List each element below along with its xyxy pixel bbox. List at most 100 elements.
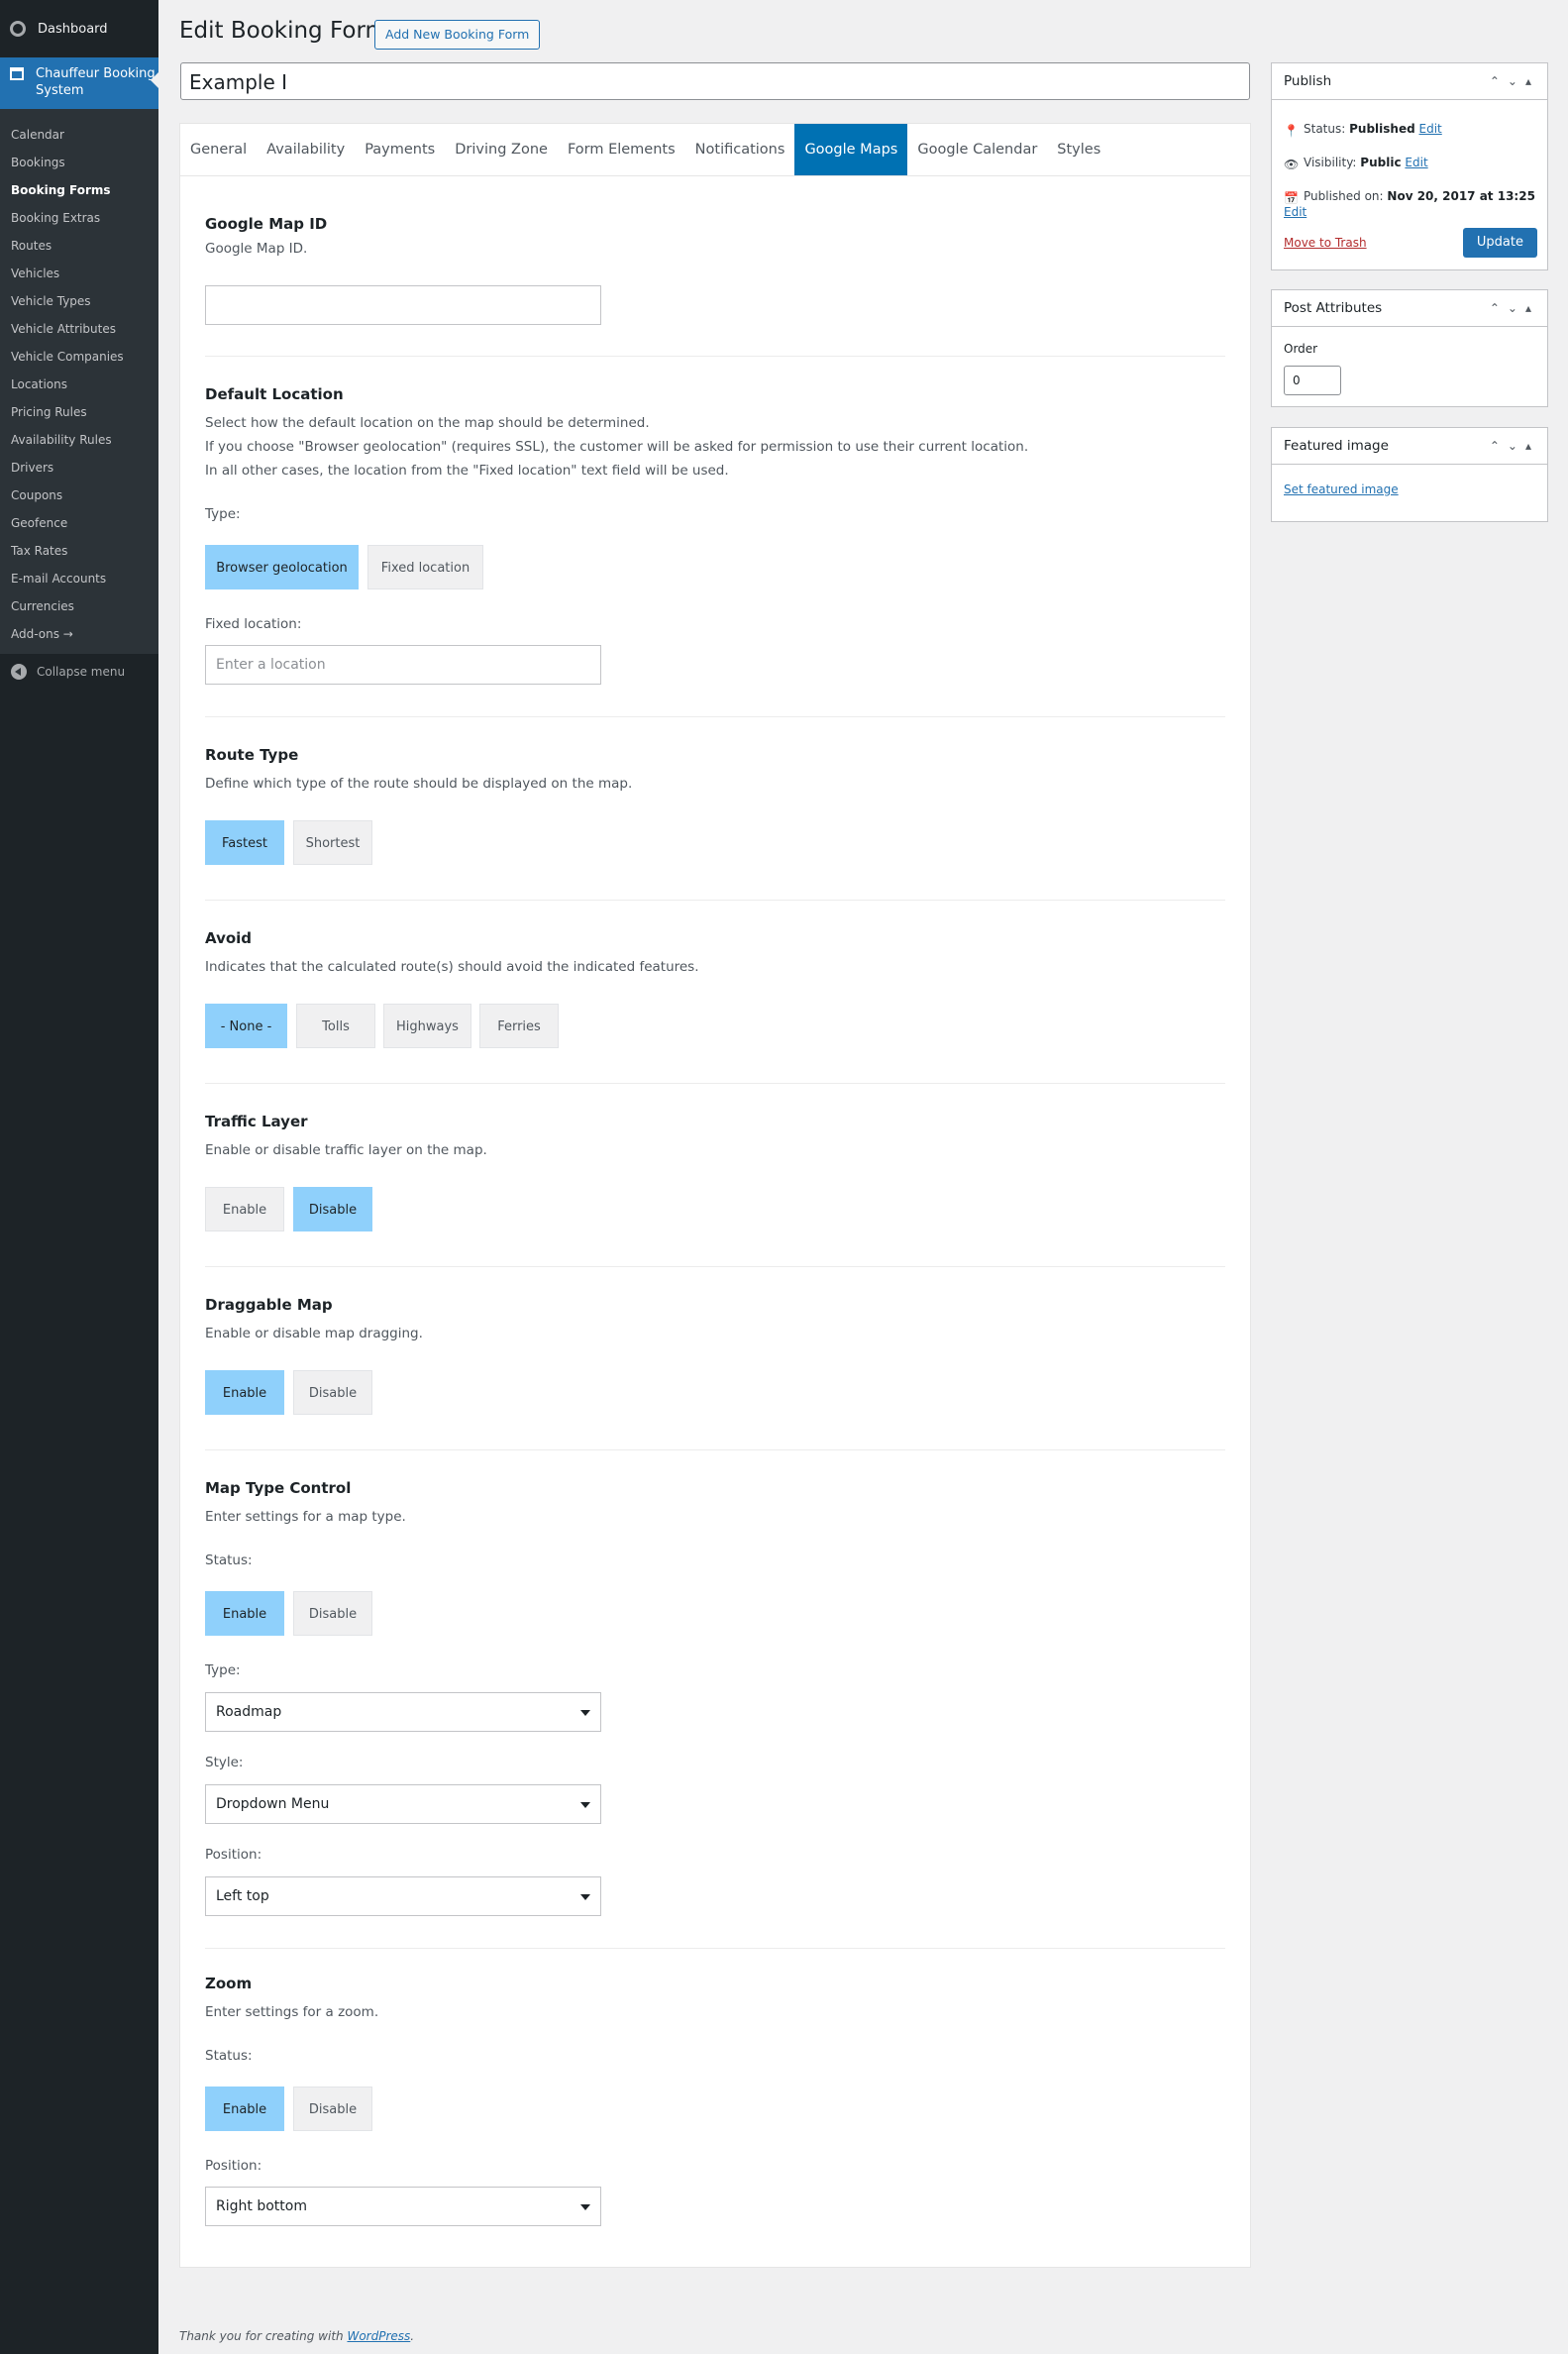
avoid-none-button[interactable]: - None - xyxy=(205,1004,287,1048)
avoid-ferries-button[interactable]: Ferries xyxy=(479,1004,559,1048)
pin-icon: 📍 xyxy=(1284,124,1299,138)
status-label: Status: xyxy=(205,1552,253,1568)
tab-google-calendar[interactable]: Google Calendar xyxy=(907,124,1047,175)
footer-text: Thank you for creating with xyxy=(179,2329,344,2343)
submenu-item[interactable]: Locations xyxy=(0,371,158,398)
style-label: Style: xyxy=(205,1755,244,1770)
divider xyxy=(205,716,1225,717)
submenu-item[interactable]: Geofence xyxy=(0,509,158,537)
post-title-input[interactable]: Example I xyxy=(180,62,1250,100)
menu-dashboard-label: Dashboard xyxy=(38,21,108,37)
submenu-item-current[interactable]: Booking Forms xyxy=(0,176,158,204)
status-label: Status: xyxy=(205,2048,253,2064)
map-id-input[interactable] xyxy=(205,285,601,325)
section-desc-2: If you choose "Browser geolocation" (req… xyxy=(205,439,1029,455)
tab-notifications[interactable]: Notifications xyxy=(685,124,795,175)
featured-image-header: Featured image ⌃⌄▴ xyxy=(1272,428,1547,465)
submenu-item[interactable]: Bookings xyxy=(0,149,158,176)
menu-dashboard[interactable]: Dashboard xyxy=(0,0,158,57)
map-type-select[interactable]: Roadmap xyxy=(205,1692,601,1732)
route-fastest-button[interactable]: Fastest xyxy=(205,820,284,865)
fixed-location-input[interactable]: Enter a location xyxy=(205,645,601,685)
set-featured-image-link[interactable]: Set featured image xyxy=(1284,482,1399,496)
draggable-disable-button[interactable]: Disable xyxy=(293,1370,372,1415)
featured-image-box: Featured image ⌃⌄▴ Set featured image xyxy=(1271,427,1548,522)
section-map-id: Google Map ID Google Map ID. xyxy=(205,215,1225,261)
map-type-position-select[interactable]: Left top xyxy=(205,1876,601,1916)
submenu-item[interactable]: Vehicles xyxy=(0,260,158,287)
box-controls-icon[interactable]: ⌃⌄▴ xyxy=(1490,63,1539,99)
divider xyxy=(205,900,1225,901)
tab-availability[interactable]: Availability xyxy=(257,124,355,175)
submenu-item[interactable]: E-mail Accounts xyxy=(0,565,158,592)
submenu-item[interactable]: Add-ons → xyxy=(0,620,158,648)
traffic-disable-button[interactable]: Disable xyxy=(293,1187,372,1231)
fixed-location-label: Fixed location: xyxy=(205,616,302,632)
browser-geolocation-button[interactable]: Browser geolocation xyxy=(205,545,359,589)
draggable-enable-button[interactable]: Enable xyxy=(205,1370,284,1415)
calendar-icon xyxy=(10,67,24,80)
route-shortest-button[interactable]: Shortest xyxy=(293,820,372,865)
traffic-enable-button[interactable]: Enable xyxy=(205,1187,284,1231)
menu-active-label: Chauffeur Booking System xyxy=(36,66,156,98)
zoom-enable-button[interactable]: Enable xyxy=(205,2086,284,2131)
map-type-enable-button[interactable]: Enable xyxy=(205,1591,284,1636)
admin-footer: Thank you for creating with WordPress. xyxy=(179,2329,414,2343)
submenu-item[interactable]: Currencies xyxy=(0,592,158,620)
section-avoid: Avoid Indicates that the calculated rout… xyxy=(205,929,1225,979)
zoom-disable-button[interactable]: Disable xyxy=(293,2086,372,2131)
submenu-item[interactable]: Vehicle Types xyxy=(0,287,158,315)
avoid-tolls-button[interactable]: Tolls xyxy=(296,1004,375,1048)
update-button[interactable]: Update xyxy=(1462,228,1537,258)
submenu-item[interactable]: Vehicle Companies xyxy=(0,343,158,371)
zoom-position-select[interactable]: Right bottom xyxy=(205,2187,601,2226)
order-input[interactable]: 0 xyxy=(1284,366,1341,395)
chevron-down-icon xyxy=(580,1710,590,1716)
submenu-item[interactable]: Drivers xyxy=(0,454,158,482)
submenu-item[interactable]: Routes xyxy=(0,232,158,260)
submenu-item[interactable]: Pricing Rules xyxy=(0,398,158,426)
edit-date-link[interactable]: Edit xyxy=(1284,205,1307,219)
tab-general[interactable]: General xyxy=(180,124,257,175)
admin-sidebar: Dashboard Chauffeur Booking System Calen… xyxy=(0,0,158,2354)
section-title: Zoom xyxy=(205,1975,253,1992)
page-title: Edit Booking Form xyxy=(179,18,387,44)
fixed-location-button[interactable]: Fixed location xyxy=(367,545,483,589)
section-traffic-layer: Traffic Layer Enable or disable traffic … xyxy=(205,1113,1225,1162)
submenu-item[interactable]: Calendar xyxy=(0,121,158,149)
submenu-item[interactable]: Vehicle Attributes xyxy=(0,315,158,343)
calendar-icon: 📅 xyxy=(1284,191,1299,205)
submenu-item[interactable]: Coupons xyxy=(0,482,158,509)
section-title: Traffic Layer xyxy=(205,1113,308,1130)
box-controls-icon[interactable]: ⌃⌄▴ xyxy=(1490,290,1539,326)
tab-payments[interactable]: Payments xyxy=(355,124,445,175)
current-menu-arrow xyxy=(151,72,158,88)
menu-chauffeur-booking-system[interactable]: Chauffeur Booking System xyxy=(0,57,158,109)
tab-driving-zone[interactable]: Driving Zone xyxy=(445,124,558,175)
collapse-menu-button[interactable]: Collapse menu xyxy=(0,654,158,690)
tab-form-elements[interactable]: Form Elements xyxy=(558,124,685,175)
submenu-item[interactable]: Availability Rules xyxy=(0,426,158,454)
edit-visibility-link[interactable]: Edit xyxy=(1405,156,1427,169)
published-value: Nov 20, 2017 at 13:25 xyxy=(1387,189,1535,203)
map-style-select[interactable]: Dropdown Menu xyxy=(205,1784,601,1824)
avoid-highways-button[interactable]: Highways xyxy=(383,1004,471,1048)
box-controls-icon[interactable]: ⌃⌄▴ xyxy=(1490,428,1539,464)
move-to-trash-link[interactable]: Move to Trash xyxy=(1284,236,1367,250)
section-default-location: Default Location Select how the default … xyxy=(205,385,1225,522)
tab-google-maps[interactable]: Google Maps xyxy=(794,124,908,175)
type-label: Type: xyxy=(205,506,241,522)
add-new-button[interactable]: Add New Booking Form xyxy=(374,20,541,50)
tab-bar: General Availability Payments Driving Zo… xyxy=(180,124,1250,176)
submenu-item[interactable]: Tax Rates xyxy=(0,537,158,565)
map-type-disable-button[interactable]: Disable xyxy=(293,1591,372,1636)
section-desc: Enter settings for a zoom. xyxy=(205,2004,379,2020)
wordpress-link[interactable]: WordPress xyxy=(347,2329,410,2343)
tab-styles[interactable]: Styles xyxy=(1047,124,1110,175)
order-label: Order xyxy=(1284,342,1318,356)
section-title: Avoid xyxy=(205,929,253,947)
submenu-item[interactable]: Booking Extras xyxy=(0,204,158,232)
section-desc: Google Map ID. xyxy=(205,241,308,257)
edit-status-link[interactable]: Edit xyxy=(1419,122,1442,136)
divider xyxy=(205,1266,1225,1267)
